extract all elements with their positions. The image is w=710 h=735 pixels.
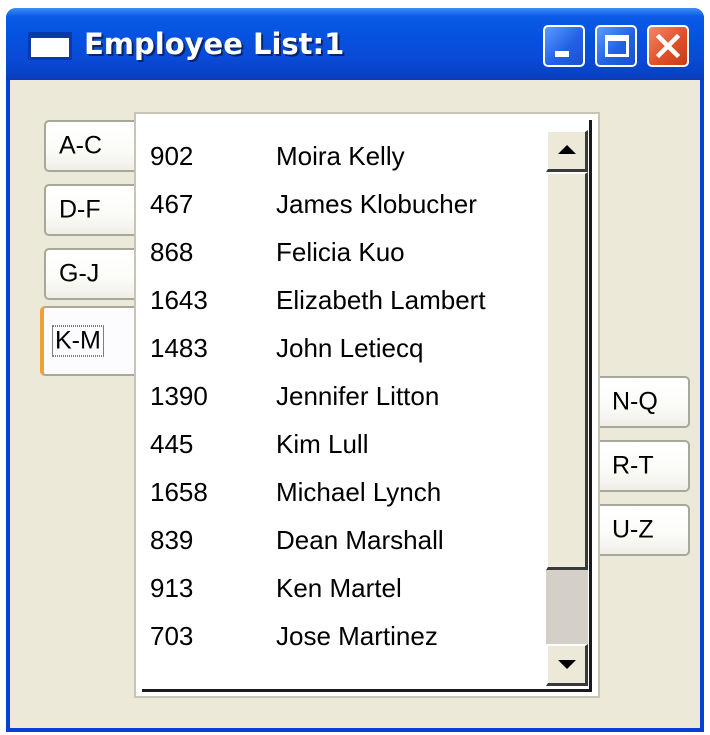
arrow-down-icon <box>558 660 576 669</box>
maximize-icon <box>605 35 629 57</box>
tab-page: 902 Moira Kelly 467 James Klobucher 868 … <box>134 112 600 698</box>
list-item[interactable]: 902 Moira Kelly <box>150 132 540 180</box>
employee-id: 913 <box>150 573 194 603</box>
close-icon <box>655 33 681 59</box>
tab-label: G-J <box>59 259 100 288</box>
employee-id: 1643 <box>150 285 208 315</box>
list-item[interactable]: 445 Kim Lull <box>150 420 540 468</box>
employee-name: Jose Martinez <box>276 621 438 651</box>
scroll-up-button[interactable] <box>546 130 588 172</box>
arrow-up-icon <box>558 145 576 154</box>
list-item[interactable]: 839 Dean Marshall <box>150 516 540 564</box>
employee-name: John Letiecq <box>276 333 424 363</box>
tab-g-j[interactable]: G-J <box>44 248 136 300</box>
title-bar[interactable]: Employee List:1 <box>6 8 704 80</box>
list-item[interactable]: 1643 Elizabeth Lambert <box>150 276 540 324</box>
employee-name: Moira Kelly <box>276 141 405 171</box>
employee-id: 445 <box>150 429 194 459</box>
tab-label: D-F <box>59 195 101 224</box>
list-item[interactable]: 703 Jose Martinez <box>150 612 540 660</box>
employee-name: Felicia Kuo <box>276 237 405 267</box>
maximize-button[interactable] <box>595 25 637 67</box>
window-icon <box>28 32 72 60</box>
tab-n-q[interactable]: N-Q <box>598 376 690 428</box>
employee-id: 839 <box>150 525 194 555</box>
scroll-down-button[interactable] <box>546 644 588 686</box>
employee-name: James Klobucher <box>276 189 477 219</box>
employee-id: 1390 <box>150 381 208 411</box>
employee-name: Kim Lull <box>276 429 369 459</box>
tab-label: K-M <box>52 325 104 357</box>
tab-k-m[interactable]: K-M <box>40 306 140 376</box>
employee-id: 1658 <box>150 477 208 507</box>
employee-id: 703 <box>150 621 194 651</box>
employee-name: Michael Lynch <box>276 477 442 507</box>
list-item[interactable]: 1658 Michael Lynch <box>150 468 540 516</box>
scroll-track[interactable] <box>546 570 588 644</box>
close-button[interactable] <box>647 25 689 67</box>
list-item[interactable]: 467 James Klobucher <box>150 180 540 228</box>
tab-label: R-T <box>612 451 654 480</box>
employee-id: 868 <box>150 237 194 267</box>
tab-label: N-Q <box>612 387 658 416</box>
minimize-button[interactable] <box>543 25 585 67</box>
employee-name: Dean Marshall <box>276 525 444 555</box>
employee-id: 467 <box>150 189 194 219</box>
employee-name: Elizabeth Lambert <box>276 285 486 315</box>
window-title: Employee List:1 <box>84 27 345 61</box>
list-item[interactable]: 1390 Jennifer Litton <box>150 372 540 420</box>
tab-r-t[interactable]: R-T <box>598 440 690 492</box>
tab-u-z[interactable]: U-Z <box>598 504 690 556</box>
scroll-thumb[interactable] <box>546 172 588 570</box>
employee-listbox[interactable]: 902 Moira Kelly 467 James Klobucher 868 … <box>142 120 592 692</box>
tab-d-f[interactable]: D-F <box>44 184 136 236</box>
employee-id: 1483 <box>150 333 208 363</box>
tab-label: A-C <box>59 131 103 160</box>
tab-a-c[interactable]: A-C <box>44 120 136 172</box>
list-item[interactable]: 913 Ken Martel <box>150 564 540 612</box>
employee-name: Ken Martel <box>276 573 402 603</box>
employee-id: 902 <box>150 141 194 171</box>
vertical-scrollbar[interactable] <box>546 130 588 686</box>
employee-name: Jennifer Litton <box>276 381 440 411</box>
minimize-icon <box>555 51 569 57</box>
tab-label: U-Z <box>612 515 654 544</box>
list-item[interactable]: 1483 John Letiecq <box>150 324 540 372</box>
list-item[interactable]: 868 Felicia Kuo <box>150 228 540 276</box>
